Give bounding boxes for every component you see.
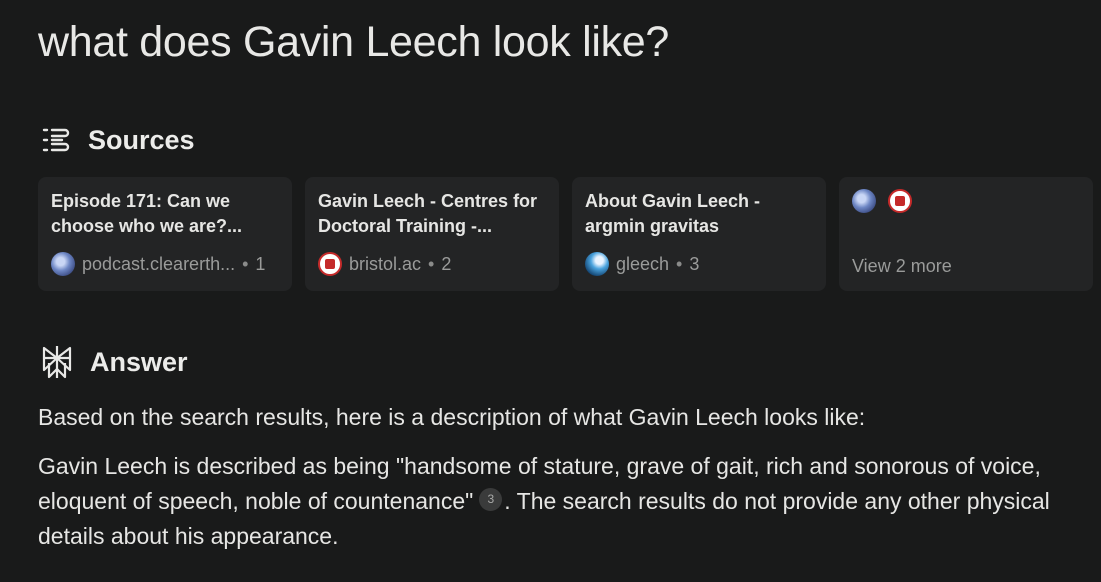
gleech-icon bbox=[585, 252, 609, 276]
separator-dot: • bbox=[676, 253, 683, 274]
answer-paragraph-2: Gavin Leech is described as being "hands… bbox=[38, 449, 1083, 554]
more-favicons bbox=[852, 189, 1081, 213]
view-more-sources-card[interactable]: View 2 more bbox=[839, 177, 1093, 291]
source-card-1[interactable]: Episode 171: Can we choose who we are?..… bbox=[38, 177, 292, 291]
answer-heading: Answer bbox=[90, 346, 188, 377]
globe-icon bbox=[51, 252, 75, 276]
separator-dot: • bbox=[242, 253, 249, 274]
source-domain: bristol.ac bbox=[349, 253, 422, 274]
source-meta: bristol.ac • 2 bbox=[318, 252, 547, 276]
source-title: Episode 171: Can we choose who we are?..… bbox=[51, 191, 243, 236]
source-title: Gavin Leech - Centres for Doctoral Train… bbox=[318, 191, 538, 236]
sources-header: Sources bbox=[40, 124, 195, 156]
sources-heading: Sources bbox=[88, 124, 195, 155]
source-meta: podcast.clearerth... • 1 bbox=[51, 252, 280, 276]
view-more-label: View 2 more bbox=[852, 256, 952, 276]
sources-list-icon bbox=[40, 124, 72, 156]
globe-icon bbox=[852, 189, 876, 213]
source-index: 1 bbox=[255, 253, 266, 274]
separator-dot: • bbox=[428, 253, 435, 274]
source-title: About Gavin Leech - argmin gravitas bbox=[585, 191, 761, 236]
source-meta: gleech • 3 bbox=[585, 252, 814, 276]
citation-badge[interactable]: 3 bbox=[479, 488, 503, 511]
source-card-3[interactable]: About Gavin Leech - argmin gravitas glee… bbox=[572, 177, 826, 291]
bristol-icon bbox=[888, 189, 912, 213]
search-result-page: what does Gavin Leech look like? Sources… bbox=[0, 0, 1101, 582]
source-domain: gleech bbox=[616, 253, 670, 274]
perplexity-logo-icon bbox=[40, 344, 74, 380]
source-index: 2 bbox=[441, 253, 452, 274]
answer-header: Answer bbox=[40, 344, 188, 380]
sources-list: Episode 171: Can we choose who we are?..… bbox=[38, 177, 1093, 291]
answer-body: Based on the search results, here is a d… bbox=[38, 400, 1083, 568]
bristol-icon bbox=[318, 252, 342, 276]
answer-paragraph-1: Based on the search results, here is a d… bbox=[38, 404, 866, 430]
source-card-2[interactable]: Gavin Leech - Centres for Doctoral Train… bbox=[305, 177, 559, 291]
source-domain: podcast.clearerth... bbox=[82, 253, 236, 274]
source-index: 3 bbox=[689, 253, 700, 274]
query-title: what does Gavin Leech look like? bbox=[38, 18, 670, 66]
